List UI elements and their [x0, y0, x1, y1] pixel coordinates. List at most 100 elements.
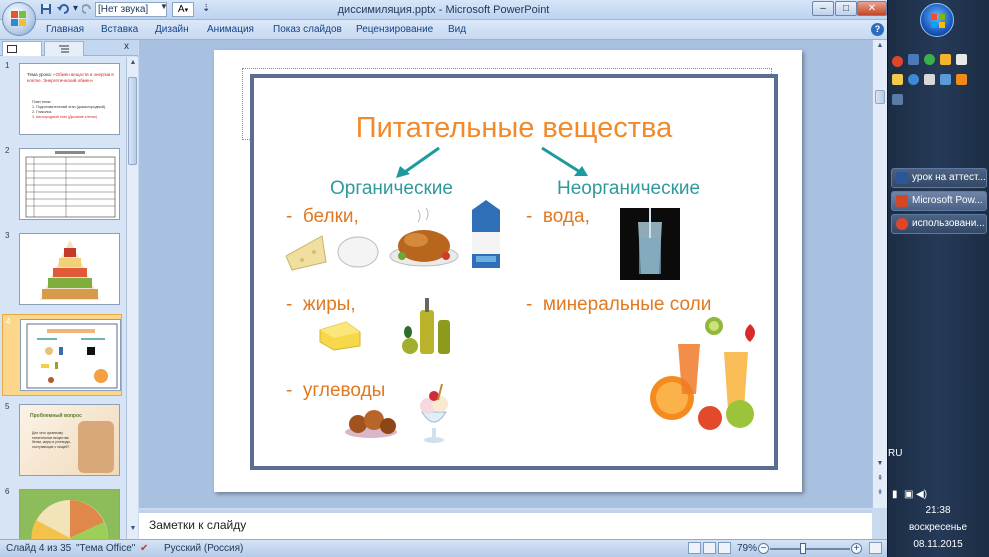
- close-button[interactable]: ✕: [857, 1, 887, 16]
- help-icon[interactable]: ?: [871, 23, 884, 36]
- redo-icon[interactable]: [81, 3, 93, 17]
- panel-scroll-thumb[interactable]: [128, 77, 137, 165]
- inorganic-heading[interactable]: Неорганические: [557, 178, 700, 200]
- media-player-icon[interactable]: [956, 74, 967, 85]
- keyboard-language[interactable]: RU: [888, 448, 902, 459]
- slide-thumbnail-selected[interactable]: 4: [2, 314, 122, 396]
- zoom-out-button[interactable]: −: [758, 543, 769, 554]
- app-icon[interactable]: [940, 54, 951, 65]
- tab-animation[interactable]: Анимация: [207, 24, 254, 35]
- juices-and-fruits-icon[interactable]: [644, 314, 768, 434]
- scroll-down-icon[interactable]: ▼: [128, 525, 138, 535]
- zoom-in-button[interactable]: +: [851, 543, 862, 554]
- taskbar-item-label: Microsoft Pow...: [912, 195, 983, 206]
- start-button[interactable]: [920, 3, 954, 37]
- zoom-slider[interactable]: [770, 548, 850, 550]
- ribbon-tabs: Главная Вставка Дизайн Анимация Показ сл…: [0, 20, 887, 40]
- slide-thumbnail[interactable]: 3: [2, 229, 122, 309]
- sound-select[interactable]: [Нет звука]: [95, 2, 167, 17]
- zoom-slider-thumb[interactable]: [800, 543, 806, 554]
- app-icon[interactable]: [908, 54, 919, 65]
- slide-thumbnail[interactable]: 5 Проблемный вопрос Для чего организму п…: [2, 400, 122, 480]
- folder-icon[interactable]: [892, 74, 903, 85]
- bullet: -: [526, 206, 533, 227]
- office-button[interactable]: [2, 2, 36, 36]
- slide-thumbnail[interactable]: 2: [2, 144, 122, 224]
- internet-explorer-icon[interactable]: [908, 74, 919, 85]
- taskbar-item-active[interactable]: Microsoft Pow...: [891, 191, 987, 211]
- battery-icon[interactable]: ▣: [904, 489, 913, 500]
- slide-thumbnail[interactable]: 1 Тема урока: «Обмен веществ и энергии в…: [2, 59, 122, 139]
- minimize-button[interactable]: –: [812, 1, 834, 16]
- previous-slide-icon[interactable]: ⇞: [875, 474, 885, 484]
- taskbar-item[interactable]: урок на аттест...: [891, 168, 987, 188]
- notes-pane[interactable]: Заметки к слайду: [139, 510, 872, 539]
- language-indicator[interactable]: Русский (Россия): [164, 543, 243, 554]
- clock-time[interactable]: 21:38: [888, 505, 988, 516]
- ice-cream-icon[interactable]: [414, 380, 454, 444]
- tab-slides[interactable]: [2, 41, 42, 56]
- panel-scrollbar[interactable]: ▲ ▼: [126, 57, 138, 539]
- organic-item-fats[interactable]: - жиры,: [286, 294, 356, 316]
- app-icon[interactable]: [940, 74, 951, 85]
- thumb5-body: Для чего организму питательные вещества:…: [32, 431, 71, 449]
- zoom-level[interactable]: 79%: [737, 543, 757, 554]
- organic-item-proteins[interactable]: - белки,: [286, 206, 359, 228]
- taskbar-item[interactable]: использовани...: [891, 214, 987, 234]
- panel-close-button[interactable]: x: [124, 41, 129, 52]
- theme-name[interactable]: "Тема Office": [76, 543, 135, 554]
- organic-heading[interactable]: Органические: [330, 178, 453, 200]
- app-icon[interactable]: [924, 74, 935, 85]
- tab-review[interactable]: Рецензирование: [356, 24, 433, 35]
- spellcheck-icon[interactable]: ✔: [140, 543, 148, 554]
- glass-of-water-icon[interactable]: [620, 208, 680, 280]
- app-icon[interactable]: [892, 94, 903, 105]
- undo-dropdown-icon[interactable]: ▾: [73, 3, 78, 17]
- font-button[interactable]: A▾: [172, 2, 194, 17]
- sound-select-arrow-icon[interactable]: ▼: [160, 2, 168, 11]
- cheese-and-egg-icon[interactable]: [282, 226, 382, 272]
- slide-number: 4: [6, 317, 11, 326]
- tab-design[interactable]: Дизайн: [155, 24, 189, 35]
- slideshow-view-button[interactable]: [718, 542, 731, 554]
- roast-chicken-icon[interactable]: [388, 206, 460, 270]
- slide-title[interactable]: Питательные вещества: [254, 112, 774, 145]
- fit-to-window-button[interactable]: [869, 542, 882, 554]
- cookies-icon[interactable]: [344, 404, 398, 438]
- scroll-up-icon[interactable]: ▲: [128, 59, 138, 69]
- chrome-icon[interactable]: [892, 56, 903, 67]
- calculator-icon[interactable]: [956, 54, 967, 65]
- tab-slideshow[interactable]: Показ слайдов: [273, 24, 342, 35]
- tab-insert[interactable]: Вставка: [101, 24, 138, 35]
- powerpoint-icon: [896, 195, 908, 207]
- scroll-down-icon[interactable]: ▼: [875, 460, 885, 470]
- panel-tabs: x: [0, 40, 138, 56]
- current-slide[interactable]: Питательные вещества Органические Неорга…: [214, 50, 802, 492]
- inorganic-item-water[interactable]: - вода,: [526, 206, 590, 228]
- restore-button[interactable]: □: [835, 1, 857, 16]
- normal-view-button[interactable]: [688, 542, 701, 554]
- oil-bottles-icon[interactable]: [400, 296, 458, 356]
- undo-icon[interactable]: [57, 3, 71, 17]
- tab-view[interactable]: Вид: [448, 24, 466, 35]
- slide-number: 2: [5, 146, 10, 155]
- milk-carton-icon[interactable]: [468, 198, 504, 270]
- butter-icon[interactable]: [316, 318, 364, 352]
- tab-outline[interactable]: [44, 41, 84, 56]
- slide-sorter-view-button[interactable]: [703, 542, 716, 554]
- slide-thumbnail[interactable]: 6: [2, 485, 122, 539]
- network-icon[interactable]: ▮: [892, 489, 898, 500]
- editor-scroll-thumb[interactable]: [875, 90, 885, 104]
- scroll-up-icon[interactable]: ▲: [875, 42, 885, 52]
- next-slide-icon[interactable]: ⇟: [875, 488, 885, 498]
- volume-icon[interactable]: ◀): [916, 489, 927, 500]
- save-icon[interactable]: [40, 3, 52, 17]
- tab-home[interactable]: Главная: [46, 24, 84, 35]
- app-icon[interactable]: [924, 54, 935, 65]
- editor-scrollbar[interactable]: ▲ ▼ ⇞ ⇟: [872, 40, 887, 508]
- thumb1-title-prefix: Тема урока:: [27, 72, 52, 77]
- customize-qat-icon[interactable]: ⇣: [202, 3, 210, 17]
- thumb4-content: [26, 323, 118, 389]
- organic-item-carbs[interactable]: - углеводы: [286, 380, 385, 402]
- inorganic-item-minerals[interactable]: - минеральные соли: [526, 294, 711, 316]
